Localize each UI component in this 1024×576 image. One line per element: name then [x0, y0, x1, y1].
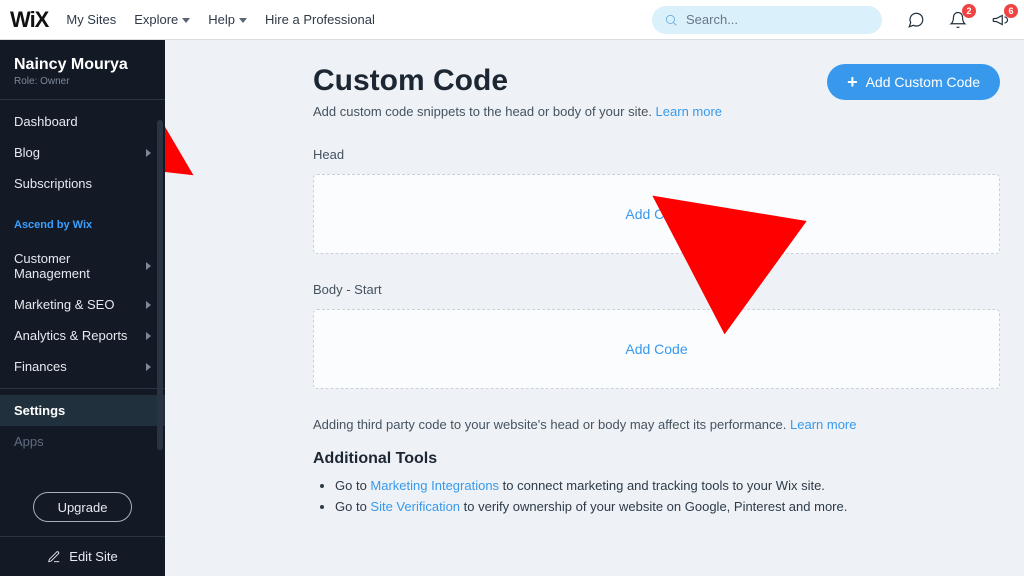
sidebar-item-blog[interactable]: Blog: [0, 137, 165, 168]
plus-icon: +: [847, 72, 858, 93]
nav-help[interactable]: Help: [208, 12, 247, 27]
site-verification-link[interactable]: Site Verification: [370, 499, 460, 514]
main-content: Custom Code Add custom code snippets to …: [165, 40, 1024, 576]
add-custom-code-button[interactable]: + Add Custom Code: [827, 64, 1000, 100]
search-input[interactable]: Search...: [652, 6, 882, 34]
sidebar-item-settings[interactable]: Settings: [0, 395, 165, 426]
announcements-icon[interactable]: 6: [990, 10, 1010, 30]
chevron-down-icon: [239, 18, 247, 23]
sidebar-item-analytics-reports[interactable]: Analytics & Reports: [0, 320, 165, 351]
announcements-badge: 6: [1004, 4, 1018, 18]
add-code-link-head[interactable]: Add Code: [625, 206, 687, 222]
page-header: Custom Code Add custom code snippets to …: [313, 64, 1024, 119]
additional-tools-heading: Additional Tools: [313, 450, 1024, 468]
chevron-right-icon: [146, 301, 151, 309]
chevron-right-icon: [146, 363, 151, 371]
search-icon: [664, 13, 678, 27]
sidebar-header: Naincy Mourya Role: Owner: [0, 40, 165, 99]
sidebar-item-marketing-seo[interactable]: Marketing & SEO: [0, 289, 165, 320]
chevron-down-icon: [182, 18, 190, 23]
sidebar-section-ascend: Ascend by Wix: [0, 205, 165, 237]
topbar-icons: 2 6: [906, 10, 1010, 30]
upgrade-button[interactable]: Upgrade: [33, 492, 133, 522]
add-code-link-body-start[interactable]: Add Code: [625, 341, 687, 357]
annotation-arrow-icon: [165, 80, 195, 185]
marketing-integrations-link[interactable]: Marketing Integrations: [370, 478, 499, 493]
section-label-head: Head: [313, 147, 1000, 162]
performance-note: Adding third party code to your website'…: [313, 417, 1024, 432]
sidebar-item-customer-management[interactable]: Customer Management: [0, 243, 165, 289]
learn-more-link[interactable]: Learn more: [656, 104, 722, 119]
user-name: Naincy Mourya: [14, 56, 151, 74]
page-subtitle: Add custom code snippets to the head or …: [313, 104, 722, 119]
list-item: Go to Site Verification to verify owners…: [335, 499, 1024, 514]
nav-my-sites[interactable]: My Sites: [66, 12, 116, 27]
search-placeholder: Search...: [686, 12, 738, 27]
notifications-badge: 2: [962, 4, 976, 18]
notifications-icon[interactable]: 2: [948, 10, 968, 30]
page-title: Custom Code: [313, 64, 722, 98]
sidebar: Naincy Mourya Role: Owner Dashboard Blog…: [0, 40, 165, 576]
chevron-right-icon: [146, 262, 151, 270]
sidebar-item-dashboard[interactable]: Dashboard: [0, 106, 165, 137]
scrollbar[interactable]: [157, 120, 163, 450]
learn-more-link[interactable]: Learn more: [790, 417, 856, 432]
head-code-card[interactable]: Add Code: [313, 174, 1000, 254]
chevron-right-icon: [146, 332, 151, 340]
section-head: Head Add Code: [313, 147, 1024, 254]
sidebar-item-finances[interactable]: Finances: [0, 351, 165, 382]
topbar: WiX My Sites Explore Help Hire a Profess…: [0, 0, 1024, 40]
edit-site-button[interactable]: Edit Site: [0, 536, 165, 576]
nav-explore[interactable]: Explore: [134, 12, 190, 27]
nav-hire[interactable]: Hire a Professional: [265, 12, 375, 27]
pencil-icon: [47, 550, 61, 564]
sidebar-item-apps[interactable]: Apps: [0, 426, 165, 457]
list-item: Go to Marketing Integrations to connect …: [335, 478, 1024, 493]
chat-icon[interactable]: [906, 10, 926, 30]
topnav: My Sites Explore Help Hire a Professiona…: [66, 12, 375, 27]
sidebar-item-subscriptions[interactable]: Subscriptions: [0, 168, 165, 199]
body-start-code-card[interactable]: Add Code: [313, 309, 1000, 389]
wix-logo[interactable]: WiX: [10, 7, 48, 33]
section-body-start: Body - Start Add Code: [313, 282, 1024, 389]
additional-tools-list: Go to Marketing Integrations to connect …: [313, 478, 1024, 514]
section-label-body-start: Body - Start: [313, 282, 1000, 297]
chevron-right-icon: [146, 149, 151, 157]
user-role: Role: Owner: [14, 76, 151, 87]
